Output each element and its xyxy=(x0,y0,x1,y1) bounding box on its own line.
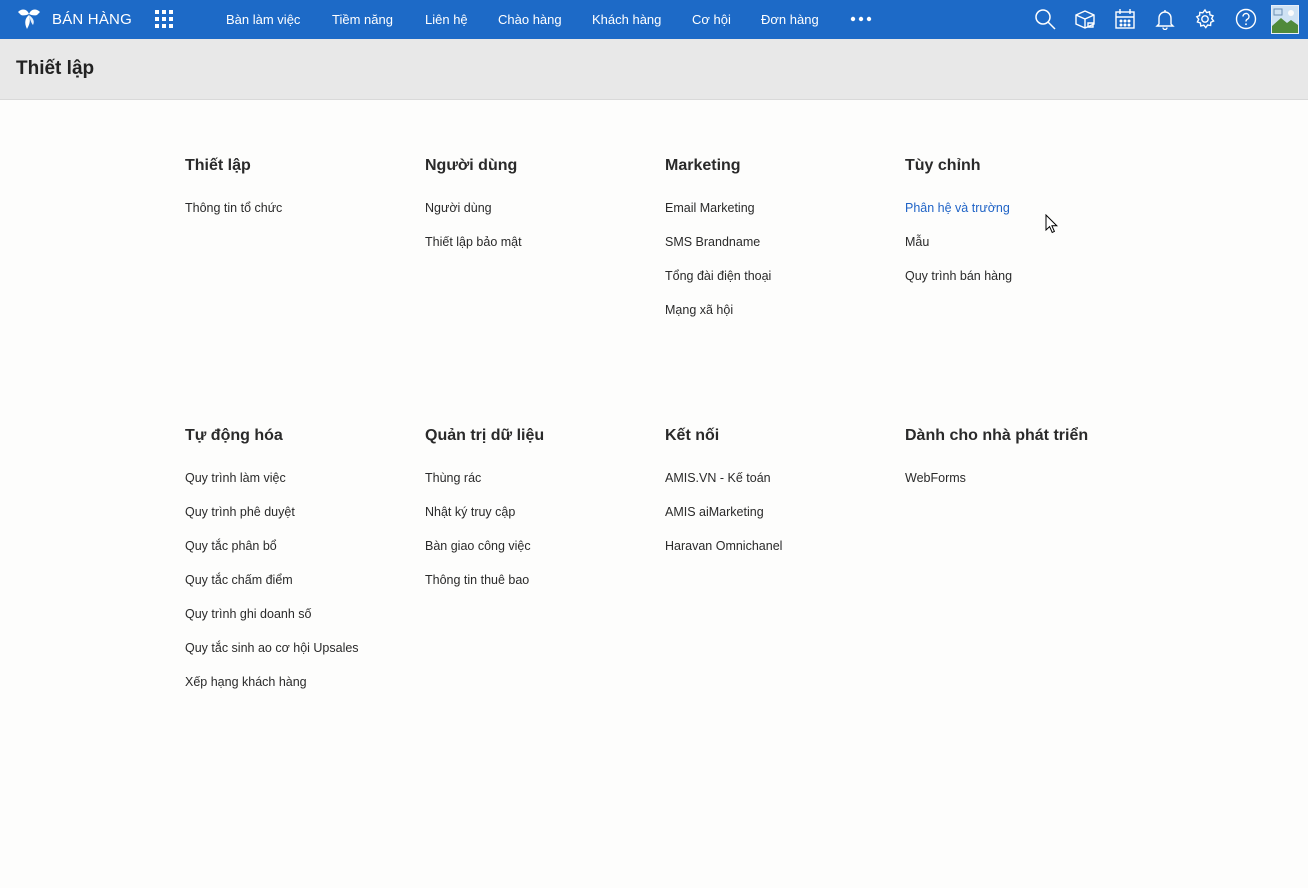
link-upsales-rules[interactable]: Quy tắc sinh ao cơ hội Upsales xyxy=(185,641,405,675)
link-amis-accounting[interactable]: AMIS.VN - Kế toán xyxy=(665,471,885,505)
link-users[interactable]: Người dùng xyxy=(425,201,645,235)
section-links: Thùng rác Nhật ký truy cập Bàn giao công… xyxy=(425,471,645,607)
section-links: Quy trình làm việc Quy trình phê duyệt Q… xyxy=(185,471,405,709)
section-links: Thông tin tổ chức xyxy=(185,201,405,235)
section-title: Dành cho nhà phát triển xyxy=(905,427,1089,444)
link-email-marketing[interactable]: Email Marketing xyxy=(665,201,885,235)
section-automation: Tự động hóa Quy trình làm việc Quy trình… xyxy=(185,426,405,709)
link-phone-switchboard[interactable]: Tổng đài điện thoại xyxy=(665,269,885,303)
link-work-handover[interactable]: Bàn giao công việc xyxy=(425,539,645,573)
nav-item-desk[interactable]: Bàn làm việc xyxy=(226,0,300,39)
nav-item-opportunities[interactable]: Cơ hội xyxy=(692,0,731,39)
link-revenue-process[interactable]: Quy trình ghi doanh số xyxy=(185,607,405,641)
app-brand[interactable]: BÁN HÀNG xyxy=(16,6,132,32)
section-title: Tùy chỉnh xyxy=(905,157,981,174)
link-social-networks[interactable]: Mạng xã hội xyxy=(665,303,885,337)
link-workflow[interactable]: Quy trình làm việc xyxy=(185,471,405,505)
nav-item-contacts[interactable]: Liên hệ xyxy=(425,0,468,39)
app-name: BÁN HÀNG xyxy=(52,10,132,28)
nav-item-customers[interactable]: Khách hàng xyxy=(592,0,661,39)
link-modules-and-fields[interactable]: Phân hệ và trường xyxy=(905,201,1125,235)
bird-logo-icon xyxy=(18,9,40,29)
link-organization-info[interactable]: Thông tin tổ chức xyxy=(185,201,405,235)
link-approval-process[interactable]: Quy trình phê duyệt xyxy=(185,505,405,539)
package-icon[interactable] xyxy=(1074,8,1096,30)
link-assignment-rules[interactable]: Quy tắc phân bổ xyxy=(185,539,405,573)
section-settings: Thiết lập Thông tin tổ chức xyxy=(185,156,405,235)
top-navigation-bar: BÁN HÀNG Bàn làm việc Tiềm năng Liên hệ … xyxy=(0,0,1308,39)
nav-item-orders[interactable]: Đơn hàng xyxy=(761,0,819,39)
link-trash[interactable]: Thùng rác xyxy=(425,471,645,505)
link-sms-brandname[interactable]: SMS Brandname xyxy=(665,235,885,269)
apps-grid-icon[interactable] xyxy=(155,10,173,28)
section-title: Người dùng xyxy=(425,157,518,174)
section-title: Thiết lập xyxy=(185,157,251,174)
gear-icon[interactable] xyxy=(1194,8,1216,30)
section-links: Người dùng Thiết lập bảo mật xyxy=(425,201,645,269)
section-users: Người dùng Người dùng Thiết lập bảo mật xyxy=(425,156,645,269)
nav-item-leads[interactable]: Tiềm năng xyxy=(332,0,393,39)
section-data-admin: Quản trị dữ liệu Thùng rác Nhật ký truy … xyxy=(425,426,645,607)
help-icon[interactable] xyxy=(1235,8,1257,30)
link-security-settings[interactable]: Thiết lập bảo mật xyxy=(425,235,645,269)
link-scoring-rules[interactable]: Quy tắc chấm điểm xyxy=(185,573,405,607)
bell-icon[interactable] xyxy=(1154,8,1176,30)
link-subscription-info[interactable]: Thông tin thuê bao xyxy=(425,573,645,607)
section-title: Tự động hóa xyxy=(185,427,283,444)
section-links: WebForms xyxy=(905,471,1125,505)
section-title: Quản trị dữ liệu xyxy=(425,427,545,444)
link-sales-process[interactable]: Quy trình bán hàng xyxy=(905,269,1125,303)
calendar-icon[interactable] xyxy=(1114,8,1136,30)
link-amis-aimarketing[interactable]: AMIS aiMarketing xyxy=(665,505,885,539)
avatar[interactable] xyxy=(1271,5,1299,34)
link-templates[interactable]: Mẫu xyxy=(905,235,1125,269)
link-access-log[interactable]: Nhật ký truy cập xyxy=(425,505,645,539)
link-customer-ranking[interactable]: Xếp hạng khách hàng xyxy=(185,675,405,709)
page-header: Thiết lập xyxy=(0,39,1308,100)
section-title: Marketing xyxy=(665,157,741,174)
link-haravan-omnichannel[interactable]: Haravan Omnichanel xyxy=(665,539,885,573)
section-developers: Dành cho nhà phát triển WebForms xyxy=(905,426,1125,505)
section-marketing: Marketing Email Marketing SMS Brandname … xyxy=(665,156,885,337)
page-title: Thiết lập xyxy=(16,58,95,79)
section-links: AMIS.VN - Kế toán AMIS aiMarketing Harav… xyxy=(665,471,885,573)
section-links: Email Marketing SMS Brandname Tổng đài đ… xyxy=(665,201,885,337)
nav-item-quotes[interactable]: Chào hàng xyxy=(498,0,562,39)
more-dots-icon[interactable] xyxy=(850,11,872,27)
section-title: Kết nối xyxy=(665,427,720,444)
section-connections: Kết nối AMIS.VN - Kế toán AMIS aiMarketi… xyxy=(665,426,885,573)
section-customization: Tùy chỉnh Phân hệ và trường Mẫu Quy trìn… xyxy=(905,156,1125,303)
avatar-image-icon xyxy=(1272,6,1298,33)
section-links: Phân hệ và trường Mẫu Quy trình bán hàng xyxy=(905,201,1125,303)
link-webforms[interactable]: WebForms xyxy=(905,471,1125,505)
search-icon[interactable] xyxy=(1034,8,1056,30)
